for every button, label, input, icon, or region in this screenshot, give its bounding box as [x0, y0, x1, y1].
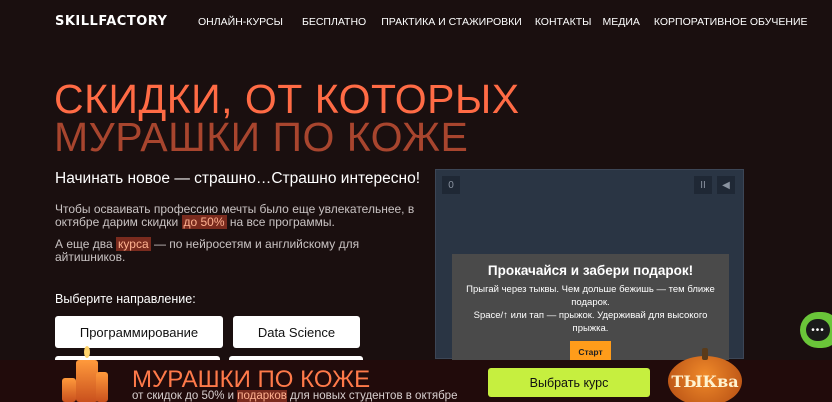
pause-icon[interactable]: II: [694, 176, 712, 194]
hero-paragraph-courses: А еще два курса — по нейросетям и англий…: [55, 237, 415, 263]
direction-data-science-button[interactable]: Data Science: [233, 316, 360, 348]
banner-subtext-part: для новых студентов в октябре: [286, 390, 458, 402]
hero-lead: Начинать новое — страшно…Страшно интерес…: [55, 170, 421, 187]
banner-subtext-part: от скидок до 50% и: [132, 390, 238, 402]
pumpkin-decoration: ТЫКва: [668, 348, 742, 402]
pumpkin-game-widget[interactable]: 0 II ◀ Прокачайся и забери подарок! Прыг…: [435, 169, 744, 363]
chat-bubble-icon: •••: [806, 319, 830, 341]
main-menu: ОНЛАЙН-КУРСЫ БЕСПЛАТНО ПРАКТИКА И СТАЖИР…: [198, 16, 808, 28]
menu-item-corporate[interactable]: КОРПОРАТИВНОЕ ОБУЧЕНИЕ: [654, 16, 808, 28]
game-intro-overlay: Прокачайся и забери подарок! Прыгай чере…: [452, 254, 729, 363]
game-score: 0: [442, 176, 460, 194]
hero-title-line2: МУРАШКИ ПО КОЖЕ: [54, 114, 469, 160]
game-title: Прокачайся и забери подарок!: [487, 263, 694, 278]
menu-item-online-courses[interactable]: ОНЛАЙН-КУРСЫ: [198, 16, 283, 28]
menu-item-practice[interactable]: ПРАКТИКА И СТАЖИРОВКИ: [381, 16, 522, 28]
sound-icon[interactable]: ◀: [717, 176, 735, 194]
game-instructions-1: Прыгай через тыквы. Чем дольше бежишь — …: [466, 284, 715, 308]
discount-highlight: до 50%: [181, 214, 227, 229]
game-instructions-2: Space/↑ или тап — прыжок. Удерживай для …: [473, 310, 708, 334]
gifts-highlight: подарков: [237, 390, 287, 402]
top-navigation: SKILLFACTORY ОНЛАЙН-КУРСЫ БЕСПЛАТНО ПРАК…: [0, 0, 832, 42]
chat-widget-button[interactable]: •••: [800, 312, 832, 348]
direction-programming-button[interactable]: Программирование: [55, 316, 223, 348]
pumpkin-text: ТЫКва: [671, 371, 739, 391]
banner-subtext: от скидок до 50% и подарков для новых ст…: [132, 390, 457, 402]
direction-label: Выберите направление:: [55, 292, 196, 306]
menu-item-media[interactable]: МЕДИА: [602, 16, 639, 28]
site-logo[interactable]: SKILLFACTORY: [55, 14, 167, 29]
menu-item-free[interactable]: БЕСПЛАТНО: [302, 16, 366, 28]
menu-item-contacts[interactable]: КОНТАКТЫ: [535, 16, 592, 28]
choose-course-button[interactable]: Выбрать курс: [488, 368, 650, 397]
paragraph-text: на все программы.: [226, 214, 335, 229]
hero-paragraph-discount: Чтобы осваивать профессию мечты было еще…: [55, 203, 415, 229]
